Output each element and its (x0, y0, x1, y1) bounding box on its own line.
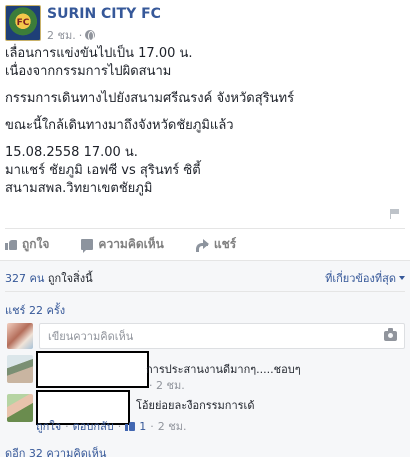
post-line: เนื่องจากกรรมการไปผิดสนาม (5, 64, 172, 79)
divider (5, 291, 405, 292)
report-flag-icon[interactable] (390, 209, 400, 219)
comment-like-link[interactable]: ถูกใจ (36, 417, 61, 435)
comment-label: ความคิดเห็น (98, 236, 164, 251)
post-line: ขณะนี้ใกล้เดินทางมาถึงจังหวัดชัยภูมิแล้ว (5, 118, 234, 133)
shares-link[interactable]: แชร์ 22 ครั้ง (5, 301, 65, 319)
comment-item: โอ้ยย่อยละงือกรรมการเด้ ถูกใจ · ตอบกลับ … (5, 390, 405, 435)
commenter-avatar[interactable] (7, 355, 33, 383)
comment-icon (81, 238, 94, 253)
commenter-avatar[interactable] (7, 394, 33, 422)
comment-sort-dropdown[interactable]: ที่เกี่ยวข้องที่สุด (325, 269, 405, 287)
comment-time[interactable]: 2 ชม. (158, 417, 187, 435)
avatar[interactable] (7, 323, 33, 349)
like-label: ถูกใจ (22, 236, 50, 251)
separator-dot: · (65, 419, 69, 433)
post-line: กรรมการเดินทางไปยังสนามศรีณรงค์ จังหวัดส… (5, 91, 295, 106)
post-time[interactable]: 2 ชม. (47, 26, 76, 44)
post-body: เลื่อนการแข่งขันไปเป็น 17.00 น. เนื่องจา… (5, 45, 405, 198)
like-button[interactable]: ถูกใจ (5, 236, 49, 252)
likes-count: 327 คน (5, 272, 45, 285)
globe-icon[interactable] (85, 30, 96, 41)
comment-like-count[interactable]: 1 (139, 420, 146, 433)
separator-dot: · (117, 419, 122, 433)
comment-item: การประสานงานดีมากๆ.....ชอบๆ · 2 ชม. (5, 351, 405, 394)
like-icon (5, 239, 17, 250)
post-paragraph: 15.08.2558 17.00 น. มาแชร์ ชัยภูมิ เอฟซี… (5, 144, 405, 198)
post-line: มาแชร์ ชัยภูมิ เอฟซี vs สุรินทร์ ซิตี้ (5, 163, 201, 178)
thumb-up-icon (125, 421, 136, 431)
separator-dot: · (150, 419, 154, 433)
view-more-comments-link[interactable]: ดูอีก 32 ความคิดเห็น (5, 444, 106, 457)
share-icon (195, 239, 209, 252)
comment-meta: ถูกใจ · ตอบกลับ · 1 · 2 ชม. (36, 417, 186, 435)
separator-dot: · (78, 28, 83, 42)
comment-reply-link[interactable]: ตอบกลับ (73, 417, 114, 435)
sort-label: ที่เกี่ยวข้องที่สุด (325, 272, 396, 285)
comment-composer (5, 322, 405, 350)
comment-text: โอ้ยย่อยละงือกรรมการเด้ (136, 399, 255, 412)
feedback-section: 327 คน ถูกใจสิ่งนี้ ที่เกี่ยวข้องที่สุด … (0, 260, 410, 457)
page-name[interactable]: SURIN CITY FC (47, 6, 161, 22)
likes-suffix: ถูกใจสิ่งนี้ (44, 272, 93, 285)
post-paragraph: กรรมการเดินทางไปยังสนามศรีณรงค์ จังหวัดส… (5, 90, 405, 108)
likes-summary[interactable]: 327 คน ถูกใจสิ่งนี้ (5, 269, 93, 287)
camera-icon[interactable] (384, 328, 397, 341)
post-actions: ถูกใจ ความคิดเห็น แชร์ (5, 236, 405, 253)
comment-button[interactable]: ความคิดเห็น (81, 236, 164, 253)
comment-input[interactable] (39, 323, 405, 349)
share-button[interactable]: แชร์ (195, 236, 237, 252)
post-paragraph: ขณะนี้ใกล้เดินทางมาถึงจังหวัดชัยภูมิแล้ว (5, 117, 405, 135)
logo-mark: FC (16, 18, 30, 28)
page-logo[interactable]: FC (5, 5, 41, 41)
redaction-box (36, 351, 149, 388)
share-label: แชร์ (213, 236, 237, 251)
post-meta: 2 ชม. · (47, 26, 96, 44)
divider (5, 228, 405, 229)
post-line: สนามสพล.วิทยาเขตชัยภูมิ (5, 181, 153, 196)
comment-time[interactable]: · 2 ชม. (149, 376, 185, 394)
post-line: 15.08.2558 17.00 น. (5, 145, 138, 160)
caret-down-icon (399, 276, 405, 280)
likes-row: 327 คน ถูกใจสิ่งนี้ ที่เกี่ยวข้องที่สุด (5, 269, 405, 287)
post-line: เลื่อนการแข่งขันไปเป็น 17.00 น. (5, 46, 193, 61)
post-paragraph: เลื่อนการแข่งขันไปเป็น 17.00 น. เนื่องจา… (5, 45, 405, 81)
post-header: FC SURIN CITY FC 2 ชม. · (5, 5, 405, 44)
comment-meta: · 2 ชม. (149, 376, 185, 394)
